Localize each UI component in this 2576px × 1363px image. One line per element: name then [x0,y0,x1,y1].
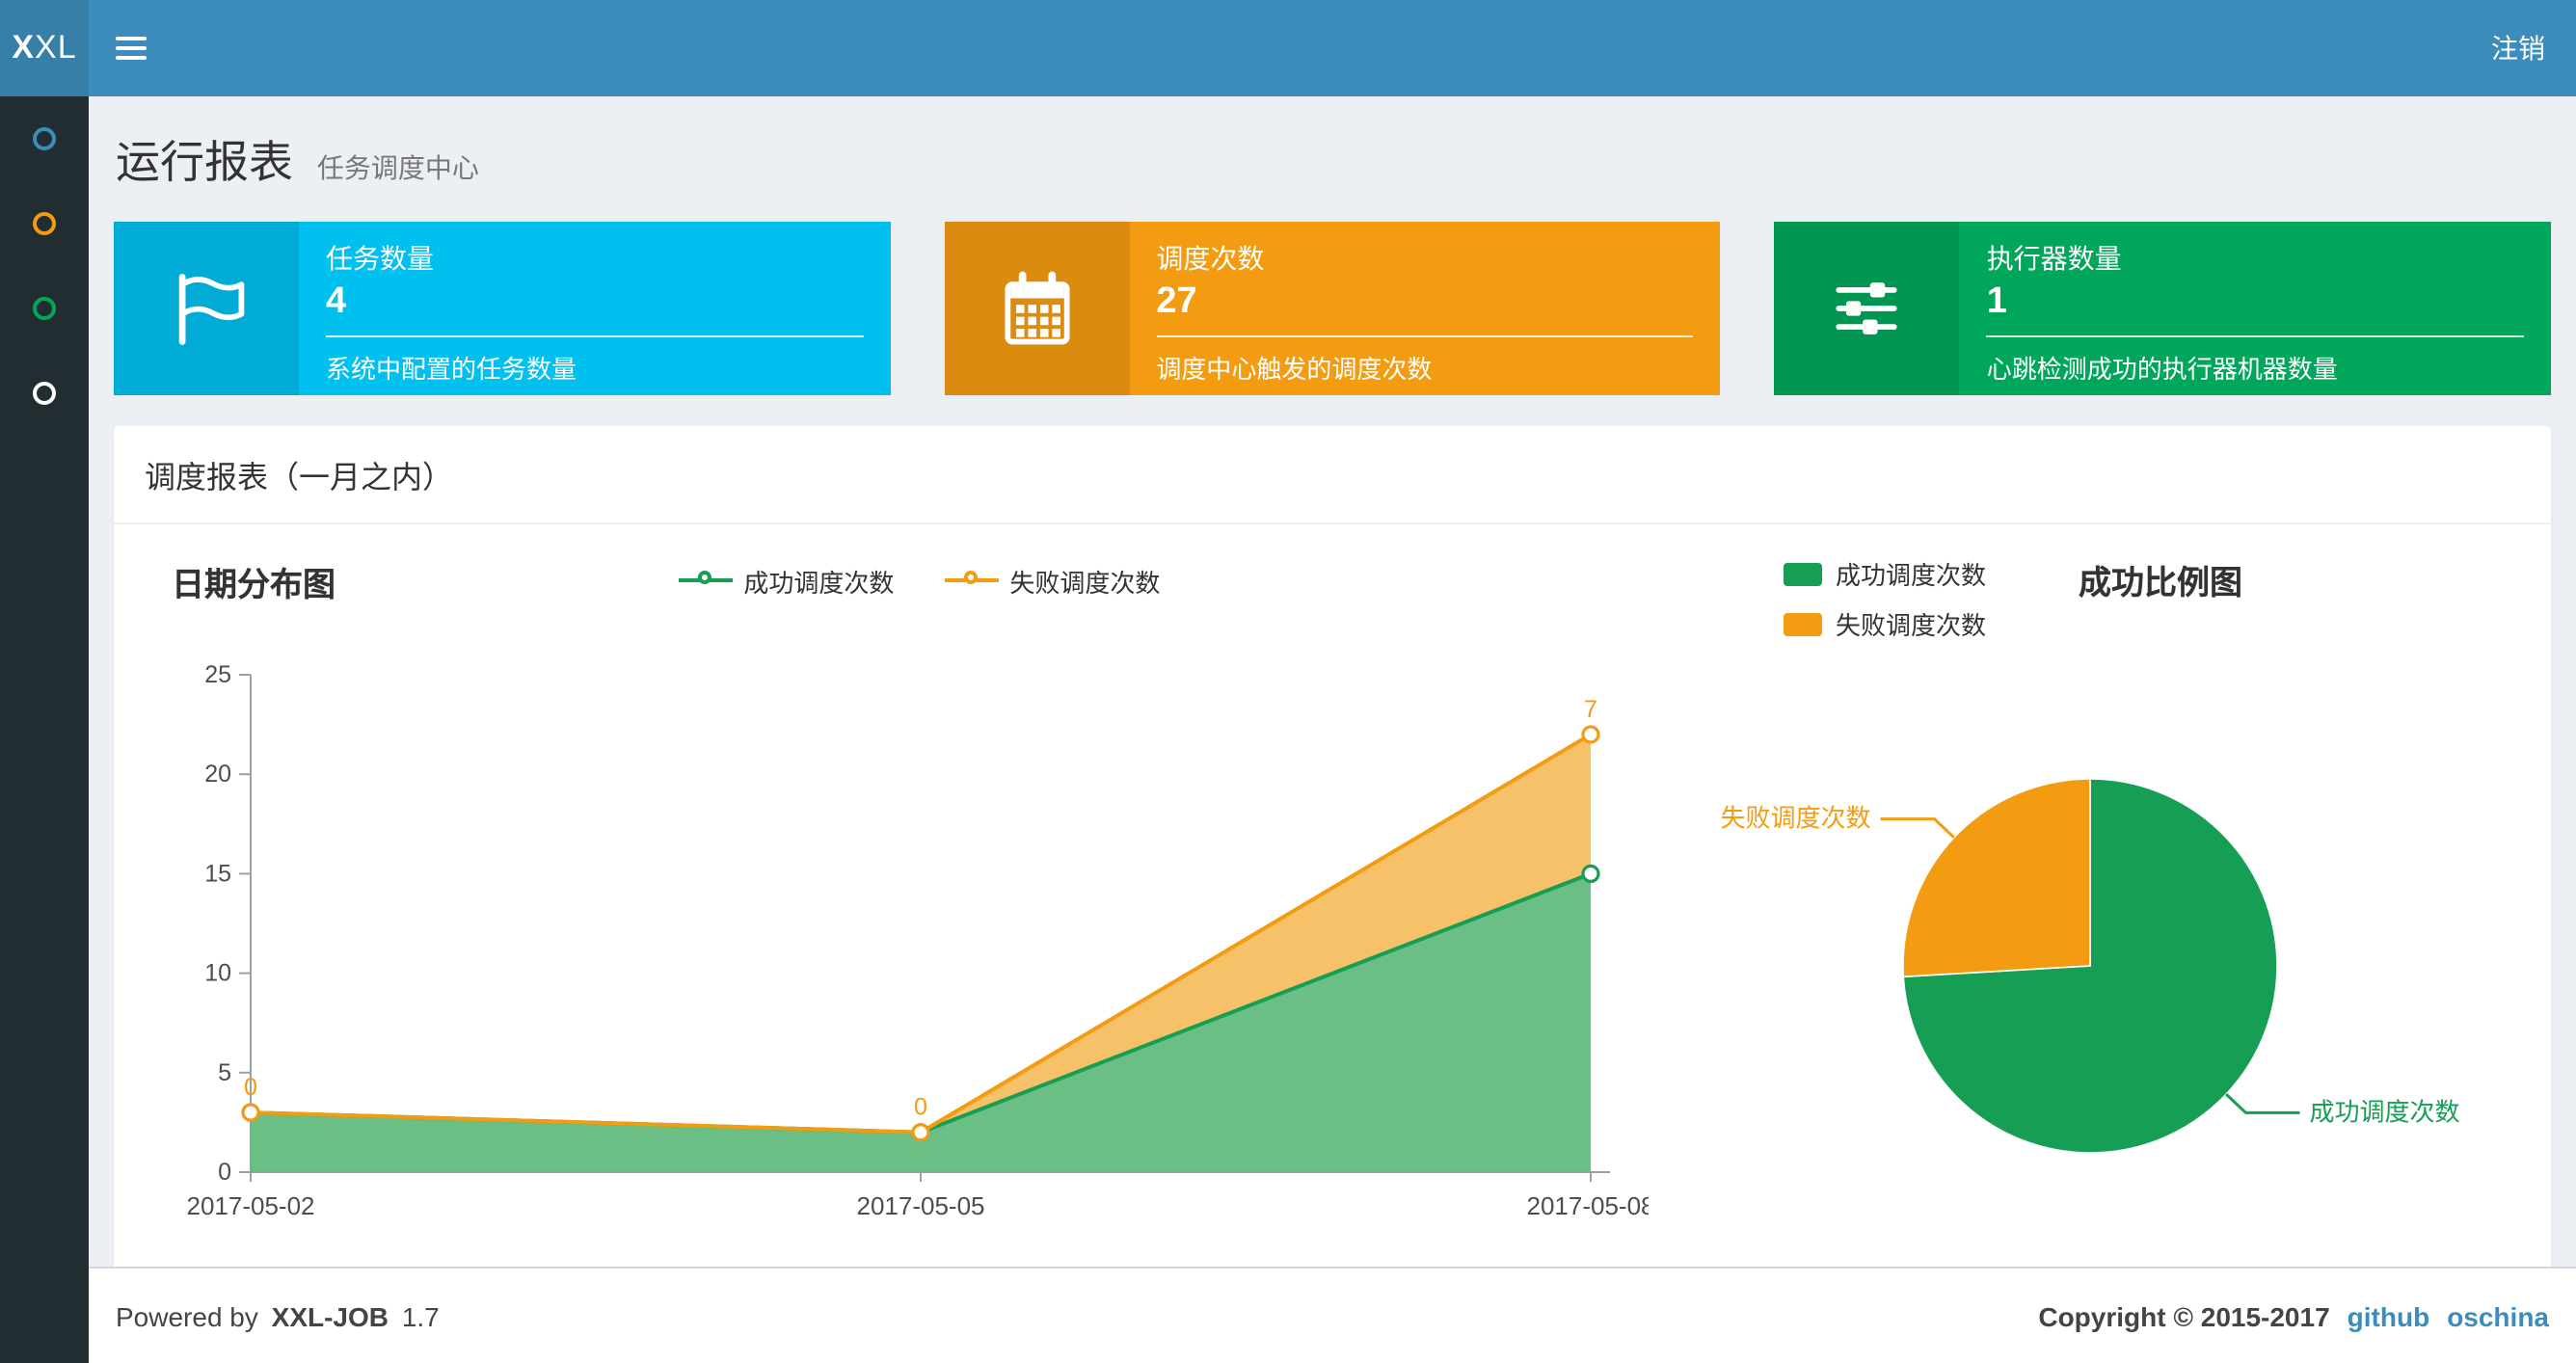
brand-logo-bold: X [12,29,36,66]
content-wrapper: 运行报表 任务调度中心 任务数量 4 系统中配置的任务数量 调度次数 27 调度… [89,96,2576,1363]
info-box-divider [1156,335,1694,337]
info-box-divider [326,335,864,337]
line-legend-marker-icon [944,571,999,590]
xxl-job-dashboard: X XL 注销 运行报表 任务调度中心 任务数量 4 系统中配置的任务数量 调度… [0,0,2576,1363]
info-box-title: 任务数量 [326,243,434,274]
panel-body: 日期分布图 成功调度次数 失败调度次数 0 5 10 15 20 25 2017… [114,524,2551,1267]
info-box-title: 执行器数量 [1986,243,2122,274]
oschina-link[interactable]: oschina [2447,1300,2549,1331]
info-box-value: 1 [1986,281,2007,322]
svg-text:15: 15 [204,860,231,887]
info-box-content: 调度次数 27 调度中心触发的调度次数 [1129,222,1720,395]
circle-o-icon [33,212,56,235]
sidebar-item-1[interactable] [0,96,89,181]
line-chart-header: 日期分布图 成功调度次数 失败调度次数 [145,540,1649,621]
hamburger-icon [116,37,147,60]
info-box-desc: 系统中配置的任务数量 [326,355,577,384]
svg-text:成功调度次数: 成功调度次数 [2309,1097,2459,1126]
info-box-icon-area [944,222,1130,395]
info-box-content: 任务数量 4 系统中配置的任务数量 [299,222,890,395]
info-box-row: 任务数量 4 系统中配置的任务数量 调度次数 27 调度中心触发的调度次数 执行… [114,222,2552,395]
legend-item-fail[interactable]: 失败调度次数 [944,562,1160,599]
report-panel: 调度报表（一月之内） 日期分布图 成功调度次数 失败调度次数 0 5 10 15… [114,426,2551,1267]
logout-link[interactable]: 注销 [2460,0,2576,96]
brand-logo[interactable]: X XL [0,0,89,96]
copyright-text: Copyright © 2015-2017 [2038,1300,2330,1331]
line-chart-title: 日期分布图 [172,566,335,602]
github-link[interactable]: github [2348,1300,2430,1331]
info-box-desc: 调度中心触发的调度次数 [1156,355,1433,384]
version-label: 1.7 [401,1300,440,1331]
circle-o-icon [33,297,56,320]
legend-swatch-icon [1784,612,1822,635]
navbar-spacer [174,0,2460,96]
pie-chart-legend: 成功调度次数 失败调度次数 [1784,555,1986,642]
panel-title: 调度报表（一月之内） [114,426,2551,524]
calendar-icon [1004,271,1069,345]
svg-text:10: 10 [204,960,231,987]
powered-prefix: Powered by [116,1300,258,1331]
legend-item-fail[interactable]: 失败调度次数 [1784,605,1986,642]
sidebar-toggle-button[interactable] [89,0,174,96]
svg-text:失败调度次数: 失败调度次数 [1721,804,1871,833]
line-chart-legend: 成功调度次数 失败调度次数 [678,562,1160,599]
svg-text:7: 7 [1584,696,1597,723]
success-ratio-pie-chart[interactable]: 成功调度次数 失败调度次数 [1656,642,2520,1267]
info-box-trigger-count: 调度次数 27 调度中心触发的调度次数 [944,222,1721,395]
info-box-executor-count: 执行器数量 1 心跳检测成功的执行器机器数量 [1774,222,2552,395]
flag-icon [178,274,245,345]
pie-chart-header: 成功调度次数 失败调度次数 成功比例图 [1656,540,2520,642]
page-title: 运行报表 [116,137,293,187]
page-subtitle: 任务调度中心 [316,152,479,183]
date-distribution-block: 日期分布图 成功调度次数 失败调度次数 0 5 10 15 20 25 2017… [145,540,1655,1267]
success-ratio-block: 成功调度次数 失败调度次数 成功比例图 成功调度次数 失败调度次数 [1649,540,2520,1267]
footer-copyright-area: Copyright © 2015-2017 github oschina [2038,1300,2549,1331]
svg-text:25: 25 [204,661,231,688]
info-box-icon-area [1774,222,1960,395]
sidebar-item-4[interactable] [0,351,89,436]
info-box-value: 27 [1156,281,1197,322]
legend-item-success[interactable]: 成功调度次数 [1784,555,1986,592]
sliders-icon [1837,282,1898,334]
info-box-value: 4 [326,281,347,322]
sidebar-item-2[interactable] [0,181,89,266]
svg-text:0: 0 [914,1094,927,1121]
date-distribution-chart[interactable]: 0 5 10 15 20 25 2017-05-02 2017-05-05 2017-05-08… [145,621,1655,1267]
sidebar-item-3[interactable] [0,266,89,351]
svg-text:2017-05-02: 2017-05-02 [187,1191,315,1220]
legend-label: 失败调度次数 [1009,568,1161,597]
svg-text:5: 5 [218,1059,231,1086]
brand-logo-rest: XL [35,29,77,66]
legend-swatch-icon [1784,562,1822,585]
page-footer: Powered by XXL-JOB 1.7 Copyright © 2015-… [89,1267,2576,1363]
footer-powered-by: Powered by XXL-JOB 1.7 [116,1300,445,1331]
svg-text:0: 0 [244,1074,257,1101]
legend-label: 成功调度次数 [743,568,895,597]
line-legend-marker-icon [678,571,733,590]
svg-text:0: 0 [218,1159,231,1186]
svg-text:2017-05-05: 2017-05-05 [857,1191,985,1220]
info-box-divider [1986,335,2525,337]
info-box-job-count: 任务数量 4 系统中配置的任务数量 [114,222,891,395]
brand-name: XXL-JOB [271,1300,389,1331]
legend-item-success[interactable]: 成功调度次数 [678,562,894,599]
circle-o-icon [33,127,56,150]
main-content: 运行报表 任务调度中心 任务数量 4 系统中配置的任务数量 调度次数 27 调度… [89,96,2576,1267]
info-box-icon-area [114,222,299,395]
info-box-desc: 心跳检测成功的执行器机器数量 [1986,355,2338,384]
pie-chart-title: 成功比例图 [2079,565,2243,601]
info-box-title: 调度次数 [1156,243,1265,274]
info-box-content: 执行器数量 1 心跳检测成功的执行器机器数量 [1960,222,2551,395]
svg-text:20: 20 [204,761,231,788]
top-navbar: X XL 注销 [0,0,2576,96]
legend-label: 成功调度次数 [1836,561,1987,590]
svg-text:2017-05-08: 2017-05-08 [1527,1191,1650,1220]
sidebar-nav [0,96,89,1363]
circle-o-icon [33,382,56,405]
page-header: 运行报表 任务调度中心 [89,96,2576,202]
legend-label: 失败调度次数 [1836,611,1987,640]
